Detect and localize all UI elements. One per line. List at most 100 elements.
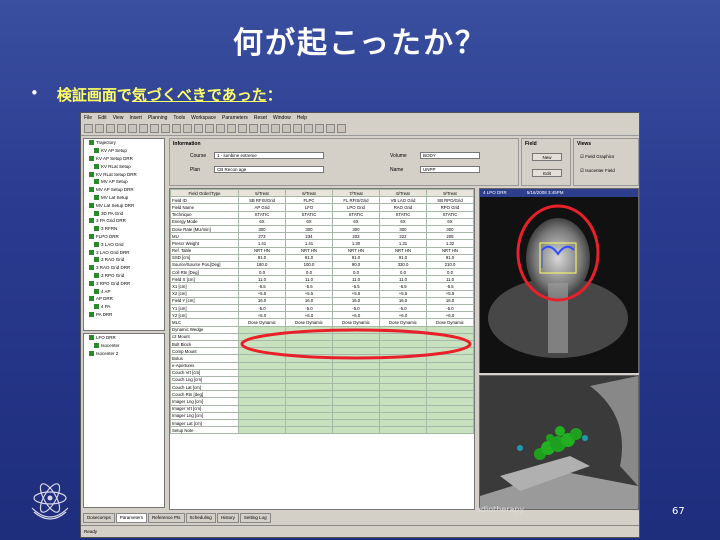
grid-cell[interactable] — [238, 404, 286, 413]
isocenter-field-checkbox[interactable]: ☑ Isocenter Field — [580, 168, 615, 174]
grid-cell[interactable] — [285, 361, 333, 370]
grid-cell[interactable] — [238, 383, 286, 392]
toolbar-button[interactable] — [260, 124, 269, 133]
tab[interactable]: Dosecomps — [83, 513, 115, 523]
field-graphics-checkbox[interactable]: ☑ Field Graphics — [580, 154, 614, 160]
grid-cell[interactable]: 11.0 — [379, 275, 427, 284]
grid-cell[interactable]: STATIC — [285, 210, 333, 219]
grid-cell[interactable]: 300 — [379, 224, 427, 234]
tree-item[interactable]: MV AP Setup — [84, 178, 164, 186]
grid-cell[interactable]: -5.0 — [332, 303, 380, 313]
tree-item[interactable]: 4 AP — [84, 287, 164, 295]
grid-cell[interactable]: -5.5 — [238, 282, 286, 291]
toolbar-button[interactable] — [238, 124, 247, 133]
grid-cell[interactable]: NRT HN — [238, 246, 286, 255]
grid-cell[interactable]: 180.0 — [238, 260, 286, 270]
grid-cell[interactable]: SB RFIS/Grid — [238, 196, 286, 205]
grid-cell[interactable]: -5.0 — [379, 303, 427, 313]
grid-cell[interactable]: 210.0 — [426, 260, 474, 270]
plan-field[interactable]: CB Recon age — [214, 166, 324, 173]
toolbar-button[interactable] — [183, 124, 192, 133]
grid-cell[interactable] — [285, 426, 333, 435]
tree-item[interactable]: 3 PA Grid DRR — [84, 217, 164, 225]
grid-cell[interactable]: 205 — [426, 232, 474, 241]
toolbar-button[interactable] — [194, 124, 203, 133]
grid-cell[interactable] — [379, 418, 427, 428]
grid-cell[interactable] — [332, 411, 380, 421]
toolbar-button[interactable] — [271, 124, 280, 133]
grid-cell[interactable] — [426, 411, 474, 421]
grid-cell[interactable]: LPO Grid — [332, 203, 380, 212]
grid-cell[interactable]: 203 — [332, 232, 380, 241]
grid-cell[interactable]: -5.5 — [332, 282, 380, 291]
toolbar-button[interactable] — [139, 124, 148, 133]
grid-cell[interactable]: 0.0 — [285, 268, 333, 277]
grid-cell[interactable] — [332, 375, 380, 385]
tree-item[interactable]: 3 RPO Grid — [84, 272, 164, 280]
tree-item[interactable]: 3D PA Grid — [84, 209, 164, 217]
grid-cell[interactable] — [426, 361, 474, 370]
toolbar-button[interactable] — [293, 124, 302, 133]
menu-item[interactable]: Planning — [148, 115, 167, 121]
grid-cell[interactable]: 11.0 — [285, 275, 333, 284]
volume-field[interactable]: BODY — [420, 152, 480, 159]
grid-cell[interactable]: 16.0 — [332, 296, 380, 306]
menu-item[interactable]: Reset — [254, 115, 267, 121]
drr-view[interactable]: 4 LPO DRR 5/16/2008 3:45PM — [479, 188, 639, 373]
grid-cell[interactable]: 1.30 — [332, 239, 380, 248]
toolbar-button[interactable] — [205, 124, 214, 133]
toolbar-button[interactable] — [117, 124, 126, 133]
grid-cell[interactable]: 91.0 — [285, 253, 333, 262]
grid-cell[interactable]: +5.5 — [238, 289, 286, 298]
grid-cell[interactable]: 1.41 — [285, 239, 333, 248]
toolbar-button[interactable] — [161, 124, 170, 133]
grid-cell[interactable]: 300 — [238, 224, 286, 234]
grid-cell[interactable]: NRT HN — [332, 246, 380, 255]
grid-cell[interactable]: 11.0 — [238, 275, 286, 284]
tab[interactable]: History — [216, 513, 239, 523]
tree-item[interactable]: MV AP Setup DRR — [84, 186, 164, 194]
grid-cell[interactable]: -5.0 — [426, 303, 474, 313]
grid-cell[interactable]: STATIC — [379, 210, 427, 219]
grid-cell[interactable]: STATIC — [238, 210, 286, 219]
tree-item[interactable]: MV Lat Setup — [84, 194, 164, 202]
grid-cell[interactable]: 6X — [238, 217, 286, 226]
grid-cell[interactable]: 16.0 — [379, 296, 427, 306]
menu-item[interactable]: File — [84, 115, 92, 121]
tree-item[interactable]: KV RLat Setup DRR — [84, 170, 164, 178]
3d-model-view[interactable] — [479, 375, 639, 510]
plan-tree-secondary[interactable]: LFO DRR Isocenter Isocenter 2 — [83, 333, 165, 508]
grid-cell[interactable]: 6X — [332, 217, 380, 226]
toolbar-button[interactable] — [315, 124, 324, 133]
grid-cell[interactable] — [379, 390, 427, 399]
tree-item[interactable]: LFO DRR — [84, 334, 164, 342]
grid-cell[interactable]: -5.5 — [379, 282, 427, 291]
grid-cell[interactable]: -5.0 — [238, 303, 286, 313]
grid-cell[interactable] — [332, 368, 380, 377]
grid-cell[interactable] — [285, 390, 333, 399]
menu-item[interactable]: Tools — [173, 115, 185, 121]
grid-cell[interactable]: 16.0 — [238, 296, 286, 306]
grid-cell[interactable]: 1.41 — [238, 239, 286, 248]
grid-cell[interactable]: 234 — [285, 232, 333, 241]
grid-cell[interactable] — [379, 404, 427, 413]
grid-cell[interactable]: +5.5 — [285, 289, 333, 298]
grid-cell[interactable]: 300 — [285, 224, 333, 234]
grid-cell[interactable] — [238, 397, 286, 406]
grid-cell[interactable] — [238, 411, 286, 421]
tree-item[interactable]: KV AP Setup — [84, 147, 164, 155]
grid-cell[interactable]: 16.0 — [426, 296, 474, 306]
grid-cell[interactable]: 0.0 — [426, 268, 474, 277]
grid-cell[interactable] — [238, 375, 286, 385]
tree-item[interactable]: 3 RAO Grid DRR — [84, 264, 164, 272]
grid-cell[interactable] — [332, 390, 380, 399]
tree-item[interactable]: MV Lat Setup DRR — [84, 201, 164, 209]
grid-cell[interactable] — [285, 404, 333, 413]
grid-cell[interactable]: 11.0 — [426, 275, 474, 284]
grid-cell[interactable]: 1.31 — [379, 239, 427, 248]
grid-cell[interactable] — [426, 404, 474, 413]
grid-cell[interactable]: 1.32 — [426, 239, 474, 248]
plan-tree[interactable]: Trajectory KV AP Setup KV AP Setup DRR KV R… — [83, 138, 165, 331]
grid-cell[interactable] — [426, 383, 474, 392]
tree-item[interactable]: FLPO DRR — [84, 233, 164, 241]
